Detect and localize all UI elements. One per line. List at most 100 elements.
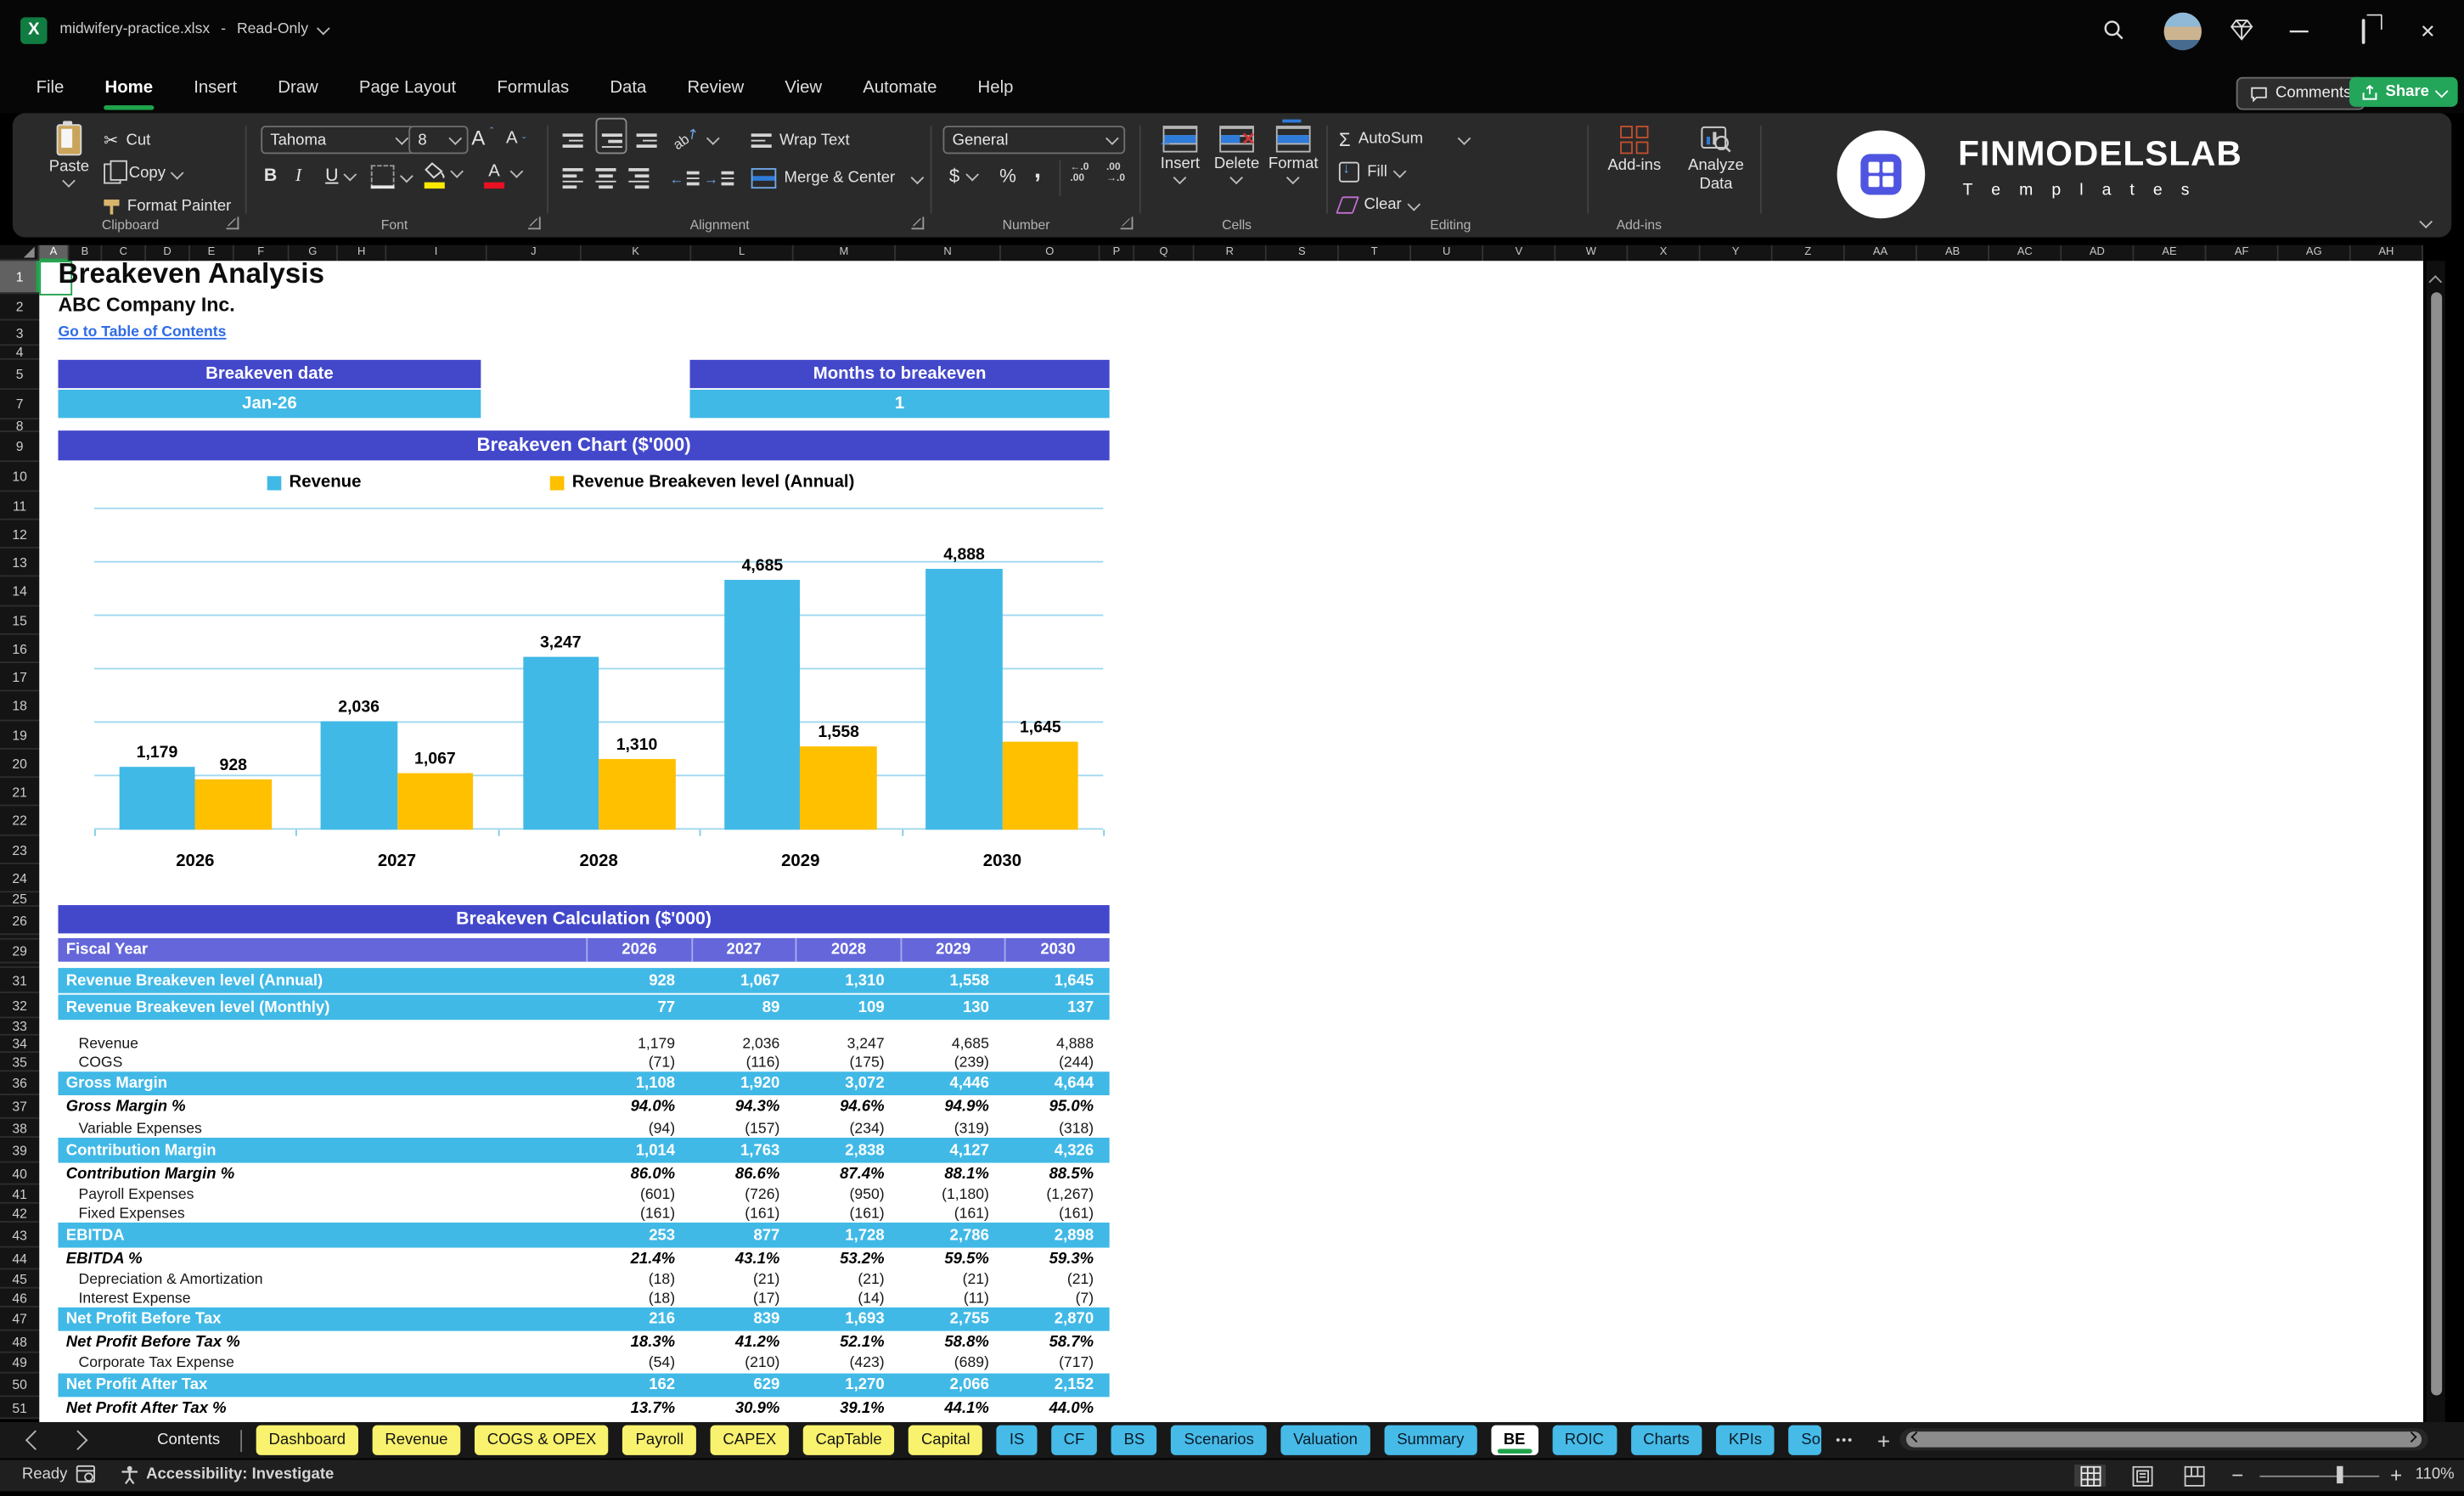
user-avatar[interactable]	[2163, 12, 2202, 51]
table-cell[interactable]: (717)	[1004, 1354, 1109, 1371]
row-label[interactable]: Net Profit Before Tax	[58, 1311, 586, 1328]
column-header-AC[interactable]: AC	[1989, 245, 2062, 262]
menu-tab-help[interactable]: Help	[957, 63, 1033, 113]
bar-breakeven-2026[interactable]	[194, 779, 272, 830]
table-cell[interactable]: 4,326	[1004, 1142, 1109, 1159]
column-header-S[interactable]: S	[1266, 245, 1339, 262]
number-dialog-launcher[interactable]	[1120, 217, 1134, 230]
row-label[interactable]: Corporate Tax Expense	[58, 1354, 586, 1371]
table-cell[interactable]: (116)	[691, 1054, 796, 1071]
table-cell[interactable]: (21)	[1004, 1270, 1109, 1287]
sheet-tab-valuation[interactable]: Valuation	[1280, 1425, 1370, 1455]
align-top-button[interactable]	[562, 127, 583, 154]
column-header-Q[interactable]: Q	[1134, 245, 1195, 262]
row-header-29[interactable]: 29	[0, 940, 40, 964]
row-header-11[interactable]: 11	[0, 492, 40, 520]
row-label[interactable]: Variable Expenses	[58, 1120, 586, 1137]
sheet-tab-bs[interactable]: BS	[1111, 1425, 1158, 1455]
bar-revenue-2026[interactable]	[119, 767, 195, 830]
view-normal-icon[interactable]	[2074, 1464, 2107, 1487]
minimize-icon[interactable]	[2289, 19, 2315, 44]
font-family-select[interactable]: Tahoma	[261, 126, 415, 155]
table-cell[interactable]: (157)	[691, 1120, 796, 1137]
row-header-21[interactable]: 21	[0, 778, 40, 807]
chart-title[interactable]: Breakeven Chart ($'000)	[58, 430, 1110, 461]
table-cell[interactable]: (54)	[586, 1354, 690, 1371]
accessibility-status[interactable]: Accessibility: Investigate	[146, 1466, 334, 1483]
table-cell[interactable]: 839	[691, 1311, 796, 1328]
row-label[interactable]: Gross Margin %	[58, 1099, 586, 1116]
table-cell[interactable]: 94.3%	[691, 1099, 796, 1116]
align-left-button[interactable]	[562, 165, 583, 191]
table-cell[interactable]: 86.6%	[691, 1165, 796, 1182]
row-label[interactable]: Revenue	[58, 1035, 586, 1052]
row-label[interactable]: Depreciation & Amortization	[58, 1270, 586, 1287]
table-cell[interactable]: 629	[691, 1376, 796, 1393]
underline-button[interactable]: U	[325, 162, 357, 188]
table-cell[interactable]: (210)	[691, 1354, 796, 1371]
table-title[interactable]: Breakeven Calculation ($'000)	[58, 905, 1110, 934]
column-header-H[interactable]: H	[337, 245, 387, 262]
row-label[interactable]: COGS	[58, 1054, 586, 1071]
row-header-36[interactable]: 36	[0, 1071, 40, 1096]
table-cell[interactable]: 43.1%	[691, 1250, 796, 1267]
wrap-text-button[interactable]: Wrap Text	[751, 127, 850, 154]
table-cell[interactable]: 130	[900, 998, 1004, 1015]
table-cell[interactable]: 1,108	[586, 1075, 690, 1092]
table-cell[interactable]: 59.3%	[1004, 1250, 1109, 1267]
sheet-tab-so[interactable]: So	[1788, 1425, 1822, 1455]
tab-nav-right-icon[interactable]	[67, 1430, 88, 1451]
row-label[interactable]: Net Profit After Tax	[58, 1376, 586, 1393]
table-cell[interactable]: 30.9%	[691, 1399, 796, 1416]
row-header-48[interactable]: 48	[0, 1331, 40, 1353]
format-cells-button[interactable]: Format	[1267, 119, 1320, 183]
table-cell[interactable]: (175)	[796, 1054, 900, 1071]
breakeven-bar-chart[interactable]: 2026 1,179 928 2027 2,036 1,067 2028 3,247 1,310…	[94, 507, 1105, 870]
bar-breakeven-2030[interactable]	[1002, 741, 1079, 830]
menu-tab-draw[interactable]: Draw	[257, 63, 339, 113]
sheet-tab-roic[interactable]: ROIC	[1551, 1425, 1617, 1455]
select-all-corner[interactable]	[0, 245, 40, 262]
table-cell[interactable]: 1,310	[796, 972, 900, 989]
table-cell[interactable]: 4,685	[900, 1035, 1004, 1052]
font-dialog-launcher[interactable]	[527, 217, 541, 230]
add-ins-button[interactable]: Add-ins	[1600, 126, 1668, 174]
row-header-45[interactable]: 45	[0, 1269, 40, 1289]
row-header-47[interactable]: 47	[0, 1308, 40, 1331]
table-cell[interactable]: 52.1%	[796, 1333, 900, 1350]
table-cell[interactable]: 59.5%	[900, 1250, 1004, 1267]
bar-breakeven-2027[interactable]	[397, 773, 474, 830]
row-label[interactable]: Net Profit Before Tax %	[58, 1333, 586, 1350]
align-middle-button[interactable]	[595, 118, 627, 154]
table-cell[interactable]: (21)	[796, 1270, 900, 1287]
table-cell[interactable]: 216	[586, 1311, 690, 1328]
row-header-12[interactable]: 12	[0, 520, 40, 548]
row-header-26[interactable]: 26	[0, 907, 40, 936]
table-cell[interactable]: 44.0%	[1004, 1399, 1109, 1416]
row-header-15[interactable]: 15	[0, 606, 40, 635]
row-header-14[interactable]: 14	[0, 576, 40, 607]
table-cell[interactable]: 88.5%	[1004, 1165, 1109, 1182]
row-header-5[interactable]: 5	[0, 360, 40, 390]
column-header-AF[interactable]: AF	[2206, 245, 2279, 262]
row-label[interactable]: Net Profit After Tax %	[58, 1399, 586, 1416]
table-cell[interactable]: (239)	[900, 1054, 1004, 1071]
table-cell[interactable]: 109	[796, 998, 900, 1015]
row-label[interactable]: Fixed Expenses	[58, 1205, 586, 1222]
row-header-16[interactable]: 16	[0, 635, 40, 664]
fill-button[interactable]: Fill	[1338, 159, 1406, 185]
table-cell[interactable]: 1,693	[796, 1311, 900, 1328]
table-cell[interactable]: 2,786	[900, 1227, 1004, 1244]
table-cell[interactable]: 2,838	[796, 1142, 900, 1159]
bar-revenue-2029[interactable]	[724, 579, 801, 830]
zoom-in-icon[interactable]: +	[2390, 1463, 2402, 1487]
column-header-AD[interactable]: AD	[2062, 245, 2135, 262]
table-cell[interactable]: 13.7%	[586, 1399, 690, 1416]
share-button[interactable]: Share	[2349, 76, 2459, 107]
table-cell[interactable]: 1,067	[691, 972, 796, 989]
table-cell[interactable]: (21)	[691, 1270, 796, 1287]
font-color-button[interactable]: A	[484, 159, 523, 188]
table-cell[interactable]: 3,072	[796, 1075, 900, 1092]
sheet-tab-kpis[interactable]: KPIs	[1716, 1425, 1775, 1455]
paste-button[interactable]: Paste	[37, 121, 100, 187]
